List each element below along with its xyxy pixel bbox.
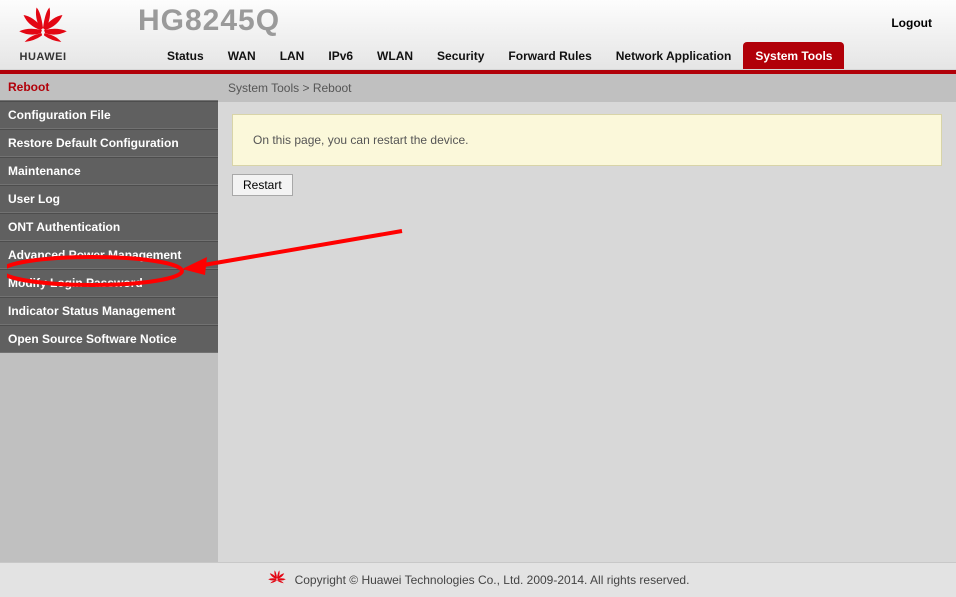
logout-link[interactable]: Logout <box>891 16 932 30</box>
tab-security[interactable]: Security <box>425 42 496 69</box>
main-panel: System Tools > Reboot On this page, you … <box>218 74 956 562</box>
header-bar: HUAWEI HG8245Q Logout Status WAN LAN IPv… <box>0 0 956 70</box>
sidebar-item-user-log[interactable]: User Log <box>0 185 218 213</box>
info-panel: On this page, you can restart the device… <box>232 114 942 166</box>
device-model: HG8245Q <box>138 4 280 38</box>
top-nav: Status WAN LAN IPv6 WLAN Security Forwar… <box>155 42 844 69</box>
sidebar-item-advanced-power-management[interactable]: Advanced Power Management <box>0 241 218 269</box>
copyright-text: Copyright © Huawei Technologies Co., Ltd… <box>295 573 690 587</box>
tab-status[interactable]: Status <box>155 42 216 69</box>
sidebar-item-open-source-software-notice[interactable]: Open Source Software Notice <box>0 325 218 353</box>
sidebar-item-ont-authentication[interactable]: ONT Authentication <box>0 213 218 241</box>
tab-wan[interactable]: WAN <box>216 42 268 69</box>
sidebar-item-restore-default-configuration[interactable]: Restore Default Configuration <box>0 129 218 157</box>
sidebar-item-maintenance[interactable]: Maintenance <box>0 157 218 185</box>
restart-button[interactable]: Restart <box>232 174 293 196</box>
sidebar-item-modify-login-password[interactable]: Modify Login Password <box>0 269 218 297</box>
body-wrapper: Reboot Configuration File Restore Defaul… <box>0 74 956 562</box>
tab-network-application[interactable]: Network Application <box>604 42 744 69</box>
brand-logo-block: HUAWEI <box>16 6 70 63</box>
footer: Copyright © Huawei Technologies Co., Ltd… <box>0 562 956 597</box>
button-row: Restart <box>232 174 942 196</box>
info-text: On this page, you can restart the device… <box>253 133 468 147</box>
tab-system-tools[interactable]: System Tools <box>743 42 844 69</box>
tab-lan[interactable]: LAN <box>268 42 317 69</box>
tab-forward-rules[interactable]: Forward Rules <box>496 42 603 69</box>
breadcrumb: System Tools > Reboot <box>218 74 956 102</box>
sidebar: Reboot Configuration File Restore Defaul… <box>0 74 218 562</box>
tab-wlan[interactable]: WLAN <box>365 42 425 69</box>
tab-ipv6[interactable]: IPv6 <box>316 42 365 69</box>
sidebar-item-configuration-file[interactable]: Configuration File <box>0 101 218 129</box>
huawei-mini-logo-icon <box>267 570 287 590</box>
sidebar-item-reboot[interactable]: Reboot <box>0 74 218 101</box>
brand-name: HUAWEI <box>16 51 70 63</box>
huawei-logo-icon <box>16 6 70 50</box>
sidebar-item-indicator-status-management[interactable]: Indicator Status Management <box>0 297 218 325</box>
